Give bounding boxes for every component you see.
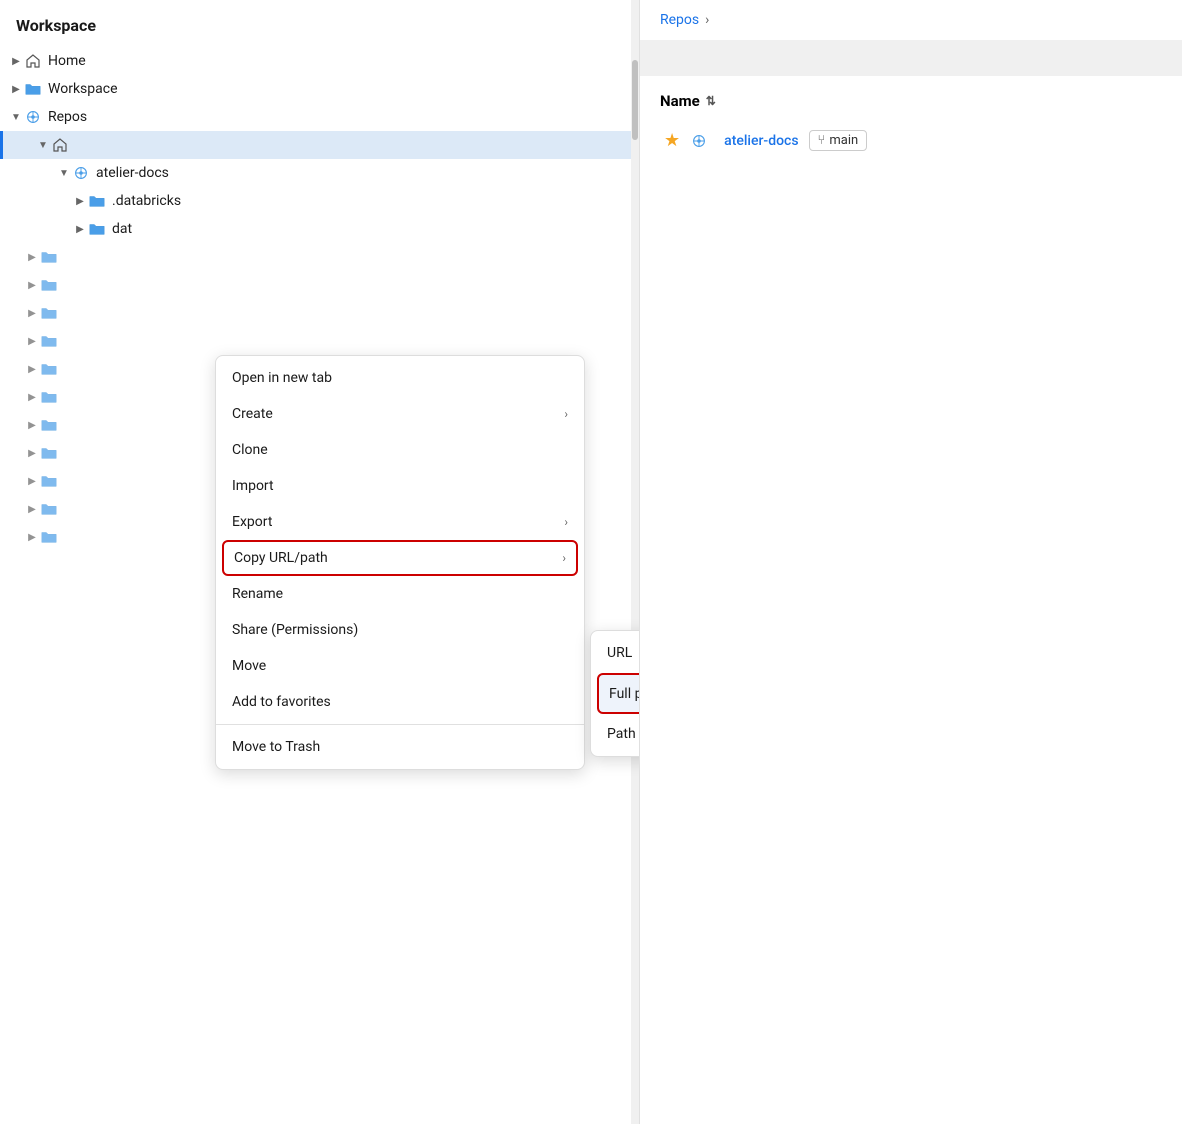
chevron-dat: ▶ xyxy=(72,221,88,237)
submenu-item-url[interactable]: URL xyxy=(591,635,640,671)
column-header-name: Name ⇅ xyxy=(660,92,1162,110)
folder-icon-8 xyxy=(40,444,58,462)
chevron-databricks: ▶ xyxy=(72,193,88,209)
home-icon-repos xyxy=(51,136,69,154)
submenu-copy-url: URL Full path ☛ Path relative to Root xyxy=(590,630,640,757)
folder-icon-11 xyxy=(40,528,58,546)
tree-item-folder1[interactable]: ▶ xyxy=(0,243,639,271)
folder-icon-1 xyxy=(40,248,58,266)
chevron-right-create: › xyxy=(564,407,568,421)
menu-label-add-favorites: Add to favorites xyxy=(232,694,568,710)
menu-item-move-trash[interactable]: Move to Trash xyxy=(216,729,584,765)
branch-badge-atelier[interactable]: ⑂ main xyxy=(809,130,868,151)
chevron-atelier-docs: ▼ xyxy=(56,165,72,181)
menu-item-clone[interactable]: Clone xyxy=(216,432,584,468)
tree-item-home[interactable]: ▶ Home xyxy=(0,47,639,75)
folder-icon-6 xyxy=(40,388,58,406)
dat-label: dat xyxy=(112,221,132,237)
right-panel: Repos › Name ⇅ ★ atelier-docs ⑂ main xyxy=(640,0,1182,1124)
breadcrumb-repos[interactable]: Repos xyxy=(660,12,699,28)
repo-icon-atelier xyxy=(72,164,90,182)
menu-item-copy-url-path[interactable]: Copy URL/path › xyxy=(222,540,578,576)
menu-label-rename: Rename xyxy=(232,586,568,602)
tree-item-repos-home[interactable]: ▼ xyxy=(0,131,639,159)
repo-icon-repos xyxy=(24,108,42,126)
chevron-folder1: ▶ xyxy=(24,249,40,265)
menu-item-open-new-tab[interactable]: Open in new tab xyxy=(216,360,584,396)
repo-name-atelier[interactable]: atelier-docs xyxy=(724,133,798,149)
chevron-repos-home: ▼ xyxy=(35,137,51,153)
menu-label-move-trash: Move to Trash xyxy=(232,739,568,755)
submenu-item-path-relative-root[interactable]: Path relative to Root xyxy=(591,716,640,752)
workspace-label: Workspace xyxy=(48,81,118,97)
star-icon-atelier[interactable]: ★ xyxy=(664,130,680,151)
menu-item-move[interactable]: Move xyxy=(216,648,584,684)
menu-label-export: Export xyxy=(232,514,564,530)
tree-item-workspace[interactable]: ▶ Workspace xyxy=(0,75,639,103)
home-label: Home xyxy=(48,53,86,69)
branch-name-atelier: main xyxy=(829,133,858,148)
atelier-docs-label: atelier-docs xyxy=(96,165,169,181)
tree-item-dat[interactable]: ▶ dat xyxy=(0,215,639,243)
right-content: Name ⇅ ★ atelier-docs ⑂ main xyxy=(640,84,1182,167)
right-header-bar xyxy=(640,40,1182,76)
chevron-repos: ▼ xyxy=(8,109,24,125)
branch-icon: ⑂ xyxy=(818,133,826,148)
chevron-right-copy-url: › xyxy=(562,551,566,565)
tree-item-databricks[interactable]: ▶ .databricks xyxy=(0,187,639,215)
menu-label-import: Import xyxy=(232,478,568,494)
tree-item-folder4[interactable]: ▶ xyxy=(0,327,639,355)
left-panel: Workspace ▶ Home ▶ Workspace ▼ xyxy=(0,0,640,1124)
breadcrumb-separator: › xyxy=(705,12,709,28)
column-header-label: Name xyxy=(660,92,700,110)
menu-divider xyxy=(216,724,584,725)
folder-icon-7 xyxy=(40,416,58,434)
submenu-item-full-path[interactable]: Full path ☛ xyxy=(597,673,640,714)
folder-icon-dat xyxy=(88,220,106,238)
submenu-label-path-relative-root: Path relative to Root xyxy=(607,726,640,742)
folder-icon-3 xyxy=(40,304,58,322)
menu-label-open-new-tab: Open in new tab xyxy=(232,370,568,386)
repo-row-atelier: ★ atelier-docs ⑂ main xyxy=(660,122,1162,159)
tree-item-atelier-docs[interactable]: ▼ atelier-docs xyxy=(0,159,639,187)
menu-label-copy-url-path: Copy URL/path xyxy=(234,550,562,566)
databricks-label: .databricks xyxy=(112,193,181,209)
menu-label-clone: Clone xyxy=(232,442,568,458)
home-icon xyxy=(24,52,42,70)
workspace-title: Workspace xyxy=(0,0,639,43)
folder-icon-9 xyxy=(40,472,58,490)
menu-label-create: Create xyxy=(232,406,564,422)
scrollbar-thumb[interactable] xyxy=(632,60,638,140)
tree-item-repos[interactable]: ▼ Repos xyxy=(0,103,639,131)
submenu-label-url: URL xyxy=(607,645,632,661)
chevron-right-export: › xyxy=(564,515,568,529)
menu-label-move: Move xyxy=(232,658,568,674)
tree-item-folder3[interactable]: ▶ xyxy=(0,299,639,327)
folder-icon-5 xyxy=(40,360,58,378)
scrollbar-track[interactable] xyxy=(631,0,639,1124)
chevron-workspace: ▶ xyxy=(8,81,24,97)
repo-icon-atelier-right xyxy=(690,132,708,150)
breadcrumb: Repos › xyxy=(640,0,1182,40)
context-menu: Open in new tab Create › Clone Import Ex… xyxy=(215,355,585,770)
menu-item-add-favorites[interactable]: Add to favorites xyxy=(216,684,584,720)
tree-item-folder2[interactable]: ▶ xyxy=(0,271,639,299)
chevron-home: ▶ xyxy=(8,53,24,69)
folder-icon-4 xyxy=(40,332,58,350)
folder-icon-10 xyxy=(40,500,58,518)
menu-item-create[interactable]: Create › xyxy=(216,396,584,432)
submenu-label-full-path: Full path xyxy=(609,686,640,702)
folder-icon-workspace xyxy=(24,80,42,98)
folder-icon-databricks xyxy=(88,192,106,210)
sort-icon[interactable]: ⇅ xyxy=(706,94,716,108)
menu-item-rename[interactable]: Rename xyxy=(216,576,584,612)
repos-label: Repos xyxy=(48,109,87,125)
menu-item-export[interactable]: Export › xyxy=(216,504,584,540)
menu-item-import[interactable]: Import xyxy=(216,468,584,504)
folder-icon-2 xyxy=(40,276,58,294)
menu-label-share: Share (Permissions) xyxy=(232,622,568,638)
menu-item-share[interactable]: Share (Permissions) xyxy=(216,612,584,648)
